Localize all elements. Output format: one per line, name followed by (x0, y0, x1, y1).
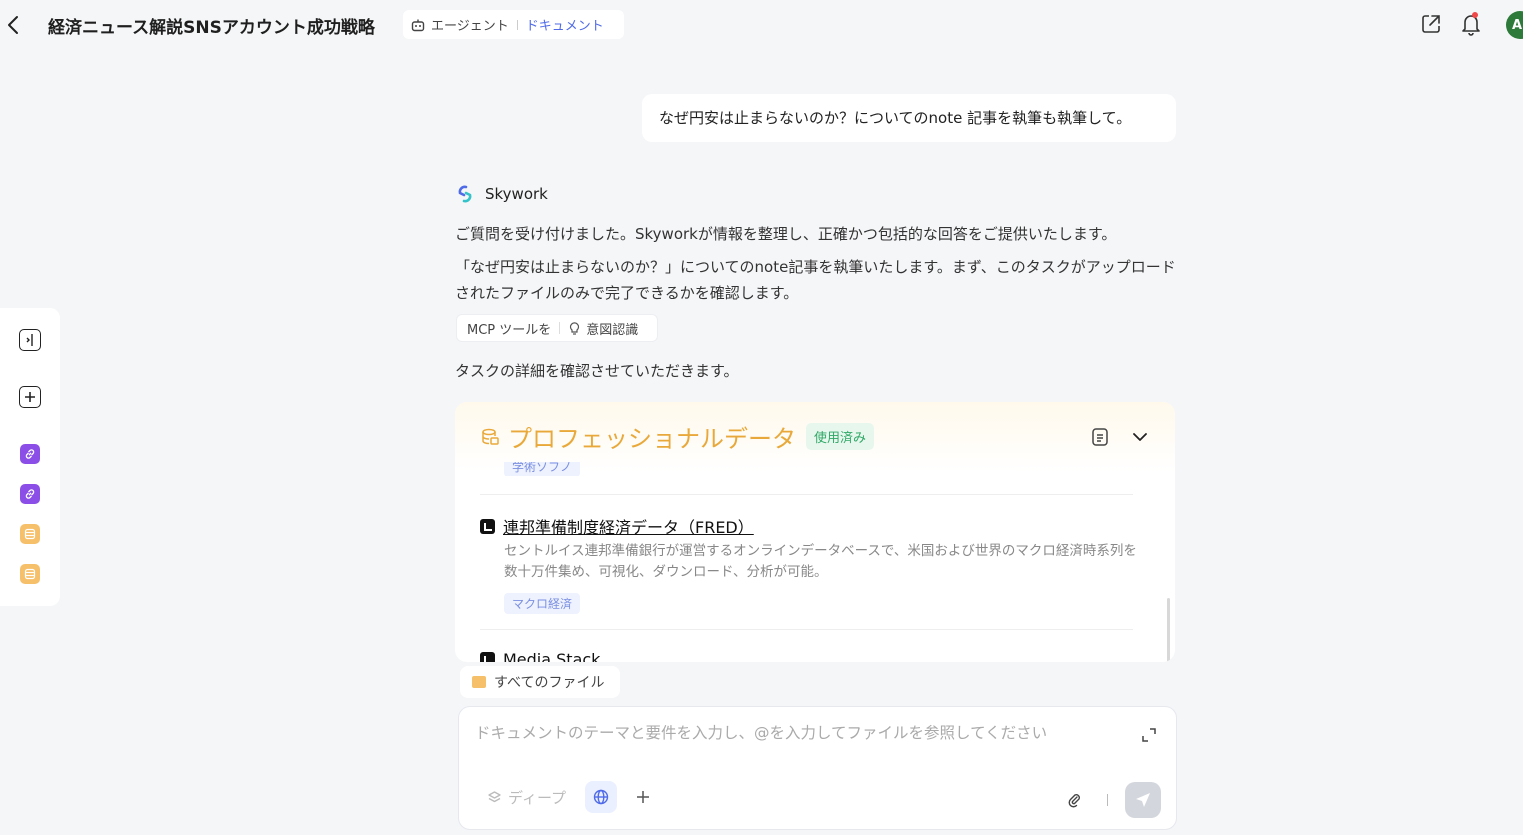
notification-dot (1472, 12, 1478, 18)
mode-document-tab[interactable]: ドキュメント (526, 15, 604, 34)
web-search-toggle[interactable] (585, 781, 617, 813)
category-tag-label: 学術ソフノ (504, 462, 581, 476)
card-title: プロフェッショナルデータ (508, 425, 796, 453)
top-bar: 経済ニュース解説SNSアカウント成功戦略 エージェント ドキュメント A (0, 0, 1523, 50)
toggle-sidebar-icon[interactable] (19, 329, 41, 351)
source-name-link[interactable]: 連邦準備制度経済データ（FRED） (503, 514, 754, 538)
all-files-button[interactable]: すべてのファイル (460, 666, 620, 698)
user-message: なぜ円安は止まらないのか？についてのnote 記事を執筆も執筆して。 (642, 94, 1176, 142)
category-tag: 学術ソフノ (504, 462, 581, 476)
database-icon (482, 428, 499, 445)
source-logo-icon (480, 652, 495, 662)
globe-icon (593, 789, 609, 805)
link-tool-icon[interactable] (20, 484, 40, 504)
bot-paragraph: ご質問を受け付けました。Skyworkが情報を整理し、正確かつ包括的な回答をご提… (455, 225, 1117, 243)
mode-divider (516, 19, 518, 30)
mcp-tool-chip[interactable]: MCP ツールを (467, 319, 551, 338)
collapse-chevron-icon[interactable] (1129, 426, 1151, 448)
professional-data-card: プロフェッショナルデータ 使用済み 学術ソフノ 連邦準備制度経済データ（FRED… (455, 402, 1175, 662)
status-chips: MCP ツールを 意図認識 (456, 314, 658, 342)
database-tool-icon[interactable] (20, 524, 40, 544)
skywork-logo-icon (458, 185, 472, 203)
source-divider (480, 629, 1133, 630)
source-name-link[interactable]: Media Stack (503, 650, 600, 662)
avatar[interactable]: A (1506, 11, 1523, 39)
bot-paragraph: タスクの詳細を確認させていただきます。 (455, 362, 739, 380)
expand-icon[interactable] (1140, 726, 1158, 744)
category-tag: マクロ経済 (504, 593, 581, 614)
card-scrollbar[interactable] (1167, 598, 1170, 662)
page-title: 経済ニュース解説SNSアカウント成功戦略 (48, 18, 375, 38)
composer-divider (1107, 794, 1108, 806)
add-attachment-button[interactable] (627, 781, 659, 813)
bot-name: Skywork (485, 185, 548, 203)
mode-agent-tab[interactable]: エージェント (411, 15, 509, 34)
mode-switcher: エージェント ドキュメント (403, 10, 624, 39)
card-header: プロフェッショナルデータ 使用済み (480, 419, 875, 454)
all-files-label: すべてのファイル (494, 675, 605, 691)
used-badge: 使用済み (806, 423, 875, 450)
send-icon (1136, 793, 1150, 807)
deep-think-icon (488, 791, 501, 803)
robot-icon (411, 19, 425, 31)
folder-icon (472, 676, 486, 688)
bot-header: Skywork (455, 184, 548, 204)
source-logo-icon (480, 518, 495, 534)
plus-icon (637, 791, 649, 803)
send-button[interactable] (1125, 782, 1161, 818)
source-divider (480, 494, 1133, 495)
attach-link-icon[interactable] (1066, 791, 1084, 809)
source-item[interactable]: 連邦準備制度経済データ（FRED） (480, 514, 754, 538)
intent-chip[interactable]: 意図認識 (586, 319, 638, 338)
link-tool-icon[interactable] (20, 444, 40, 464)
back-chevron-icon[interactable] (4, 13, 24, 37)
bell-icon[interactable] (1460, 12, 1482, 36)
deep-mode-button[interactable]: ディープ (487, 787, 566, 808)
message-composer[interactable]: ドキュメントのテーマと要件を入力し、@を入力してファイルを参照してください ディ… (458, 706, 1177, 830)
source-item[interactable]: Media Stack (480, 650, 600, 662)
mode-agent-label: エージェント (431, 19, 509, 34)
side-toolbar (0, 308, 60, 606)
lightbulb-icon (570, 321, 580, 335)
message-input-placeholder[interactable]: ドキュメントのテーマと要件を入力し、@を入力してファイルを参照してください (475, 721, 1047, 743)
document-list-icon[interactable] (1089, 426, 1111, 448)
source-description: セントルイス連邦準備銀行が運営するオンラインデータベースで、米国および世界のマク… (504, 543, 1137, 580)
bot-paragraph: 「なぜ円安は止まらないのか？」についてのnote記事を執筆いたします。まず、この… (455, 258, 1176, 302)
database-tool-icon[interactable] (20, 564, 40, 584)
chip-divider (559, 322, 561, 334)
share-icon[interactable] (1420, 13, 1442, 35)
new-chat-plus-icon[interactable] (19, 386, 41, 408)
deep-mode-label: ディープ (508, 789, 567, 807)
